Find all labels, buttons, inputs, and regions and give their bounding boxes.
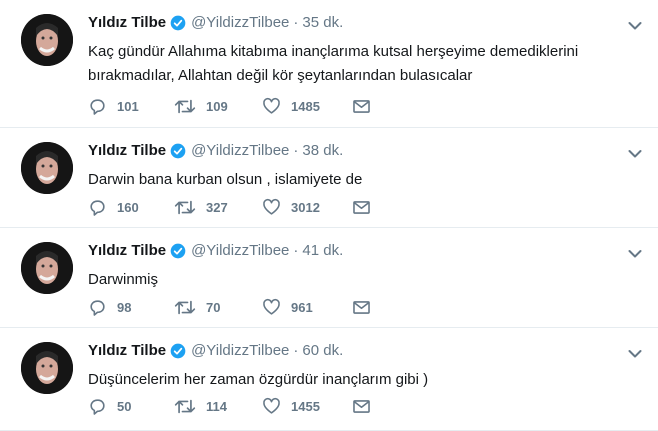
tweet-feed: Yıldız Tilbe @YildizzTilbee · 35 dk. Kaç… <box>0 0 658 431</box>
reply-icon <box>88 198 107 217</box>
reply-count: 98 <box>117 300 132 315</box>
retweet-icon <box>174 97 196 116</box>
separator-dot: · <box>293 142 299 159</box>
timestamp[interactable]: 35 dk. <box>302 14 343 31</box>
reply-count: 50 <box>117 399 132 414</box>
envelope-icon <box>352 98 371 115</box>
avatar[interactable] <box>21 142 73 194</box>
user-name[interactable]: Yıldız Tilbe <box>88 142 166 159</box>
chevron-down-icon[interactable] <box>628 18 642 36</box>
timestamp[interactable]: 41 dk. <box>302 242 343 259</box>
chevron-down-icon[interactable] <box>628 246 642 264</box>
envelope-icon <box>352 199 371 216</box>
verified-badge-icon <box>170 243 186 259</box>
user-name[interactable]: Yıldız Tilbe <box>88 342 166 359</box>
like-button[interactable]: 1455 <box>262 397 352 416</box>
reply-count: 160 <box>117 200 139 215</box>
user-name[interactable]: Yıldız Tilbe <box>88 14 166 31</box>
reply-icon <box>88 397 107 416</box>
direct-message-button[interactable] <box>352 299 371 316</box>
avatar[interactable] <box>21 342 73 394</box>
tweet[interactable]: Yıldız Tilbe @YildizzTilbee · 60 dk. Düş… <box>0 328 658 431</box>
verified-badge-icon <box>170 343 186 359</box>
reply-button[interactable]: 50 <box>88 397 174 416</box>
separator-dot: · <box>293 14 299 31</box>
tweet-header: Yıldız Tilbe @YildizzTilbee · 41 dk. <box>88 242 343 259</box>
like-button[interactable]: 961 <box>262 298 352 317</box>
verified-badge-icon <box>170 15 186 31</box>
user-handle[interactable]: @YildizzTilbee <box>191 142 289 159</box>
heart-icon <box>262 298 281 317</box>
tweet[interactable]: Yıldız Tilbe @YildizzTilbee · 35 dk. Kaç… <box>0 0 658 128</box>
heart-icon <box>262 198 281 217</box>
envelope-icon <box>352 299 371 316</box>
retweet-count: 327 <box>206 200 228 215</box>
retweet-count: 109 <box>206 99 228 114</box>
tweet-header: Yıldız Tilbe @YildizzTilbee · 38 dk. <box>88 142 343 159</box>
tweet-actions: 160 327 3012 <box>88 198 371 217</box>
direct-message-button[interactable] <box>352 398 371 415</box>
heart-icon <box>262 97 281 116</box>
reply-button[interactable]: 101 <box>88 97 174 116</box>
user-handle[interactable]: @YildizzTilbee <box>191 342 289 359</box>
like-count: 961 <box>291 300 313 315</box>
tweet[interactable]: Yıldız Tilbe @YildizzTilbee · 41 dk. Dar… <box>0 228 658 328</box>
tweet-header: Yıldız Tilbe @YildizzTilbee · 60 dk. <box>88 342 343 359</box>
retweet-count: 70 <box>206 300 221 315</box>
retweet-button[interactable]: 327 <box>174 198 262 217</box>
direct-message-button[interactable] <box>352 199 371 216</box>
avatar[interactable] <box>21 242 73 294</box>
tweet-actions: 98 70 961 <box>88 298 371 317</box>
like-count: 3012 <box>291 200 320 215</box>
reply-button[interactable]: 98 <box>88 298 174 317</box>
separator-dot: · <box>293 242 299 259</box>
tweet-text: Darwinmiş <box>88 271 159 288</box>
tweet-actions: 101 109 1485 <box>88 97 371 116</box>
envelope-icon <box>352 398 371 415</box>
retweet-button[interactable]: 109 <box>174 97 262 116</box>
reply-count: 101 <box>117 99 139 114</box>
user-handle[interactable]: @YildizzTilbee <box>191 14 289 31</box>
retweet-icon <box>174 198 196 217</box>
like-button[interactable]: 3012 <box>262 198 352 217</box>
like-count: 1455 <box>291 399 320 414</box>
avatar[interactable] <box>21 14 73 66</box>
tweet-actions: 50 114 1455 <box>88 397 371 416</box>
direct-message-button[interactable] <box>352 98 371 115</box>
heart-icon <box>262 397 281 416</box>
timestamp[interactable]: 60 dk. <box>302 342 343 359</box>
retweet-icon <box>174 397 196 416</box>
retweet-count: 114 <box>206 399 227 414</box>
like-count: 1485 <box>291 99 320 114</box>
verified-badge-icon <box>170 143 186 159</box>
like-button[interactable]: 1485 <box>262 97 352 116</box>
tweet-text: Kaç gündür Allahıma kitabıma inançlarıma… <box>88 43 579 84</box>
tweet-text: Düşüncelerim her zaman özgürdür inançlar… <box>88 371 429 388</box>
chevron-down-icon[interactable] <box>628 346 642 364</box>
tweet[interactable]: Yıldız Tilbe @YildizzTilbee · 38 dk. Dar… <box>0 128 658 228</box>
timestamp[interactable]: 38 dk. <box>302 142 343 159</box>
separator-dot: · <box>293 342 299 359</box>
reply-icon <box>88 97 107 116</box>
retweet-button[interactable]: 114 <box>174 397 262 416</box>
reply-button[interactable]: 160 <box>88 198 174 217</box>
user-handle[interactable]: @YildizzTilbee <box>191 242 289 259</box>
retweet-icon <box>174 298 196 317</box>
retweet-button[interactable]: 70 <box>174 298 262 317</box>
tweet-header: Yıldız Tilbe @YildizzTilbee · 35 dk. <box>88 14 343 31</box>
chevron-down-icon[interactable] <box>628 146 642 164</box>
user-name[interactable]: Yıldız Tilbe <box>88 242 166 259</box>
tweet-text: Darwin bana kurban olsun , islamiyete de <box>88 171 363 188</box>
reply-icon <box>88 298 107 317</box>
